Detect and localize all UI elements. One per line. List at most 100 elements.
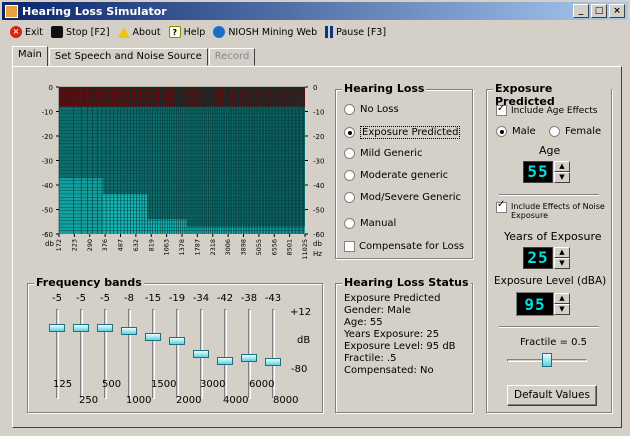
fractile-slider[interactable] (507, 353, 587, 367)
help-icon: ? (168, 26, 181, 38)
y-tick-label-left: -40 (42, 182, 53, 190)
x-tick-label: 487 (117, 239, 125, 251)
up-arrow-icon[interactable]: ▲ (554, 247, 570, 258)
x-tick-label: 290 (86, 239, 94, 251)
band-slider-thumb[interactable] (169, 337, 185, 345)
band-slider-thumb[interactable] (97, 324, 113, 332)
status-line: Exposure Level: 95 dB (344, 341, 456, 352)
stop-icon (51, 26, 63, 38)
band-value: -5 (76, 293, 86, 304)
y-tick-label-right: -50 (313, 207, 324, 215)
menu-niosh-web[interactable]: NIOSH Mining Web (213, 26, 317, 38)
freq-label: 125 (53, 379, 73, 390)
y-tick-label-right: -40 (313, 182, 324, 190)
freq-label: 4000 (223, 395, 249, 406)
fractile-thumb[interactable] (542, 353, 552, 367)
band-value: -15 (144, 293, 162, 304)
x-tick-label: 11025 (301, 239, 309, 260)
band-value: -8 (124, 293, 134, 304)
x-unit: Hz (313, 250, 322, 258)
status-line: Gender: Male (344, 305, 411, 316)
band-slider-thumb[interactable] (73, 324, 89, 332)
x-tick-label: 1378 (178, 239, 186, 256)
freq-label: 500 (102, 379, 122, 390)
band-slider[interactable] (119, 309, 139, 399)
low-freq-fill (120, 194, 148, 234)
status-line: Age: 55 (344, 317, 383, 328)
band-value: -19 (168, 293, 186, 304)
freq-label: 6000 (249, 379, 275, 390)
level-display: 95 (516, 292, 554, 316)
tab-speech-noise[interactable]: Set Speech and Noise Source (48, 48, 208, 66)
band-slider-thumb[interactable] (49, 324, 65, 332)
freq-label: 1500 (151, 379, 177, 390)
years-label: Years of Exposure (504, 230, 602, 243)
band-value: -5 (100, 293, 110, 304)
band-slider-thumb[interactable] (193, 350, 209, 358)
maximize-button[interactable]: □ (591, 4, 607, 18)
radio-female[interactable]: Female (549, 126, 601, 137)
menu-label: NIOSH Mining Web (228, 26, 318, 38)
minus80-label: -80 (291, 364, 308, 375)
menu-pause[interactable]: Pause [F3] (325, 26, 386, 38)
radio-no-loss[interactable]: No Loss (344, 104, 399, 115)
band-slider-thumb[interactable] (217, 357, 233, 365)
x-tick-label: 3006 (224, 239, 232, 256)
radio-mod-severe-generic[interactable]: Mod/Severe Generic (344, 192, 461, 203)
y-tick-label-right: 0 (313, 84, 317, 92)
age-spinner[interactable]: ▲ ▼ (554, 161, 570, 183)
y-tick-label-right: -20 (313, 133, 324, 141)
x-tick-label: 5055 (255, 239, 263, 256)
exit-icon: × (10, 26, 22, 38)
minimize-button[interactable]: _ (573, 4, 589, 18)
up-arrow-icon[interactable]: ▲ (554, 293, 570, 304)
down-arrow-icon[interactable]: ▼ (554, 172, 570, 183)
radio-mild-generic[interactable]: Mild Generic (344, 148, 423, 159)
menu-label: Help (183, 26, 206, 38)
web-icon (213, 26, 226, 38)
pause-icon (325, 26, 334, 38)
radio-exposure-predicted[interactable]: Exposure Predicted (344, 126, 461, 139)
x-tick-label: 3898 (240, 239, 248, 256)
menu-label: Pause [F3] (336, 26, 387, 38)
up-arrow-icon[interactable]: ▲ (554, 161, 570, 172)
y-tick-label-left: -50 (42, 207, 53, 215)
band-slider-thumb[interactable] (241, 354, 257, 362)
include-age-checkbox[interactable]: Include Age Effects (496, 103, 597, 116)
band-slider-thumb[interactable] (145, 333, 161, 341)
menu-exit[interactable]: × Exit (10, 26, 43, 38)
menu-help[interactable]: ? Help (168, 26, 206, 38)
about-icon (117, 26, 130, 38)
status-line: Years Exposure: 25 (344, 329, 440, 340)
y-tick-label-left: -10 (42, 109, 53, 117)
band-slider[interactable] (71, 309, 91, 399)
band-value: -5 (52, 293, 62, 304)
years-spinner[interactable]: ▲ ▼ (554, 247, 570, 269)
x-tick-label: 1787 (193, 239, 201, 256)
x-tick-label: 223 (70, 239, 78, 251)
separator (499, 194, 599, 196)
include-noise-checkbox[interactable]: Include Effects of Noise Exposure (496, 200, 606, 220)
freq-label: 250 (79, 395, 99, 406)
x-tick-label: 172 (55, 239, 63, 251)
menu-about[interactable]: About (117, 26, 161, 38)
radio-moderate-generic[interactable]: Moderate generic (344, 170, 448, 181)
tab-record: Record (208, 48, 256, 66)
menu-stop[interactable]: Stop [F2] (51, 26, 110, 38)
compensate-checkbox[interactable]: Compensate for Loss (344, 241, 464, 252)
band-slider-thumb[interactable] (121, 327, 137, 335)
freq-label: 8000 (273, 395, 299, 406)
audiogram-chart: 0 0-10 -10-20 -20-30 -30-40 -40-50 -50-60 -60db… (42, 84, 325, 260)
freq-title: Frequency bands (34, 276, 144, 289)
tab-main[interactable]: Main (12, 46, 48, 66)
radio-male[interactable]: Male (496, 126, 536, 137)
band-slider-thumb[interactable] (265, 358, 281, 366)
close-button[interactable]: × (609, 4, 625, 18)
default-values-button[interactable]: Default Values (507, 385, 597, 406)
x-tick-label: 6556 (270, 239, 278, 256)
y-unit-right: db (313, 240, 322, 248)
level-spinner[interactable]: ▲ ▼ (554, 293, 570, 315)
radio-manual[interactable]: Manual (344, 218, 396, 229)
down-arrow-icon[interactable]: ▼ (554, 258, 570, 269)
down-arrow-icon[interactable]: ▼ (554, 304, 570, 315)
